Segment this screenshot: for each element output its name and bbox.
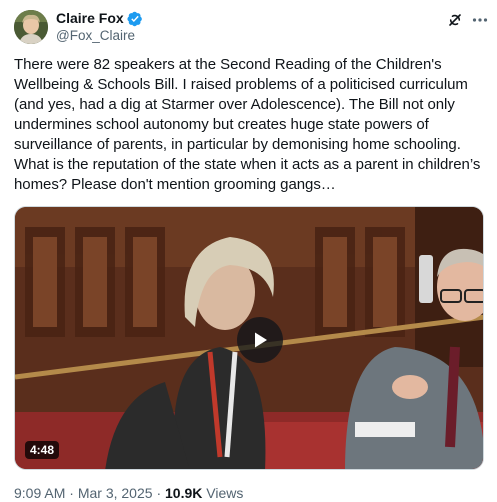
- post-metadata: 9:09 AM · Mar 3, 2025 · 10.9K Views: [14, 484, 243, 502]
- verified-badge-icon: [127, 11, 143, 27]
- tweet-text: There were 82 speakers at the Second Rea…: [14, 56, 485, 193]
- views-label: Views: [206, 485, 244, 501]
- author-display-name[interactable]: Claire Fox: [56, 10, 124, 27]
- views-count: 10.9K: [165, 485, 203, 501]
- grok-icon[interactable]: [447, 12, 463, 28]
- meta-separator: ·: [69, 485, 74, 501]
- author-handle[interactable]: @Fox_Claire: [56, 27, 135, 44]
- avatar-image: [14, 10, 48, 44]
- play-icon: [255, 332, 267, 348]
- post-time[interactable]: 9:09 AM: [14, 485, 65, 501]
- play-button[interactable]: [237, 317, 283, 363]
- post-date[interactable]: Mar 3, 2025: [78, 485, 153, 501]
- meta-separator: ·: [156, 485, 162, 501]
- video-duration: 4:48: [25, 441, 60, 459]
- author-name-row[interactable]: Claire Fox: [56, 10, 143, 27]
- video-player[interactable]: 4:48: [14, 206, 484, 470]
- avatar[interactable]: [14, 10, 48, 44]
- more-options-icon[interactable]: [471, 11, 489, 29]
- tweet-card: Claire Fox @Fox_Claire There were 82 spe…: [0, 0, 497, 501]
